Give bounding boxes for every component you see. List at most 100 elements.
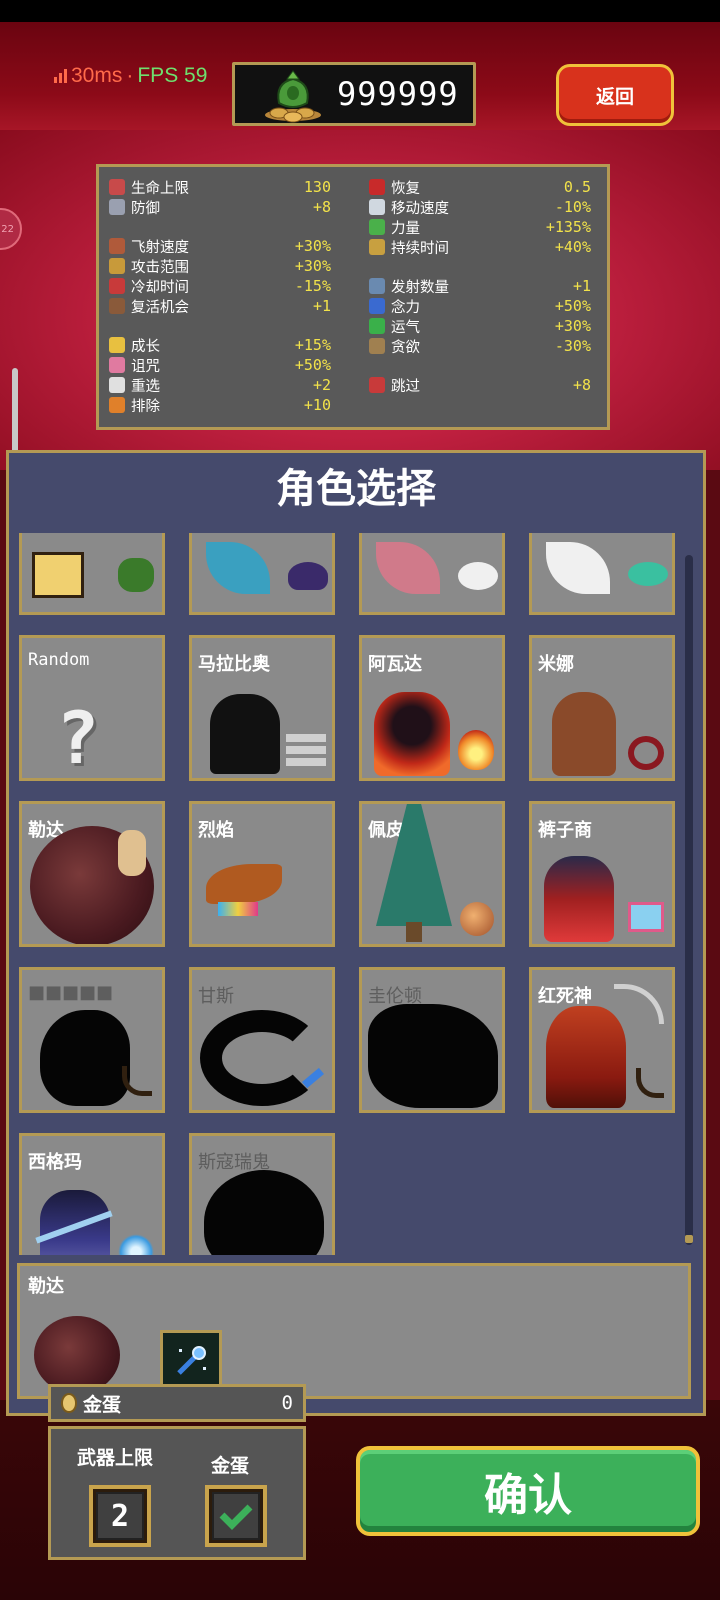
stat-label: 恢复 bbox=[391, 180, 420, 197]
selected-character-portrait bbox=[34, 1316, 120, 1394]
scroll-thumb[interactable] bbox=[685, 1235, 693, 1243]
character-card-random[interactable]: Random ? bbox=[19, 635, 165, 781]
stat-value: -30% bbox=[554, 337, 591, 355]
stat-row: 力量 +135% bbox=[369, 217, 591, 237]
weapon-limit-selector[interactable]: 2 bbox=[89, 1485, 151, 1547]
weapon-limit-label: 武器上限 bbox=[77, 1447, 154, 1469]
stat-label: 贪欲 bbox=[391, 339, 420, 356]
orb-icon bbox=[369, 298, 385, 314]
character-card-red-death[interactable]: 红死神 bbox=[529, 967, 675, 1113]
character-card-partial[interactable] bbox=[529, 533, 675, 615]
stat-row: 移动速度 -10% bbox=[369, 197, 591, 217]
figure-sprite bbox=[118, 830, 146, 876]
stat-label: 飞射速度 bbox=[131, 239, 189, 256]
hourglass-icon bbox=[369, 239, 385, 255]
locked-silhouette bbox=[40, 1010, 130, 1106]
stat-value: +1 bbox=[572, 277, 591, 295]
stats-column-left: 生命上限 130 防御 +8 飞射速度 +30% 攻击范围 +30% 冷却时间 -15% 复活机会 +… bbox=[109, 177, 331, 415]
stat-row: 排除 +10 bbox=[109, 395, 331, 415]
stat-value: +2 bbox=[312, 376, 331, 394]
scythe-weapon-icon bbox=[636, 1068, 664, 1098]
stat-value: 130 bbox=[303, 178, 331, 196]
stat-row: 攻击范围 +30% bbox=[109, 256, 331, 276]
panel-title: 角色选择 bbox=[276, 466, 436, 512]
stat-row: 冷却时间 -15% bbox=[109, 276, 331, 296]
phoenix-sprite bbox=[206, 864, 282, 904]
stat-value: 0.5 bbox=[563, 178, 591, 196]
stat-row: 持续时间 +40% bbox=[369, 237, 591, 257]
clover-icon bbox=[369, 318, 385, 334]
stat-label: 跳过 bbox=[391, 378, 420, 395]
character-card-avatar[interactable]: 阿瓦达 bbox=[359, 635, 505, 781]
confirm-button[interactable]: 确认 bbox=[356, 1446, 700, 1536]
whip-weapon-icon bbox=[628, 736, 664, 770]
character-select-panel: 角色选择 Random ? 马拉比奥 阿瓦达 米娜 勒达 烈焰 佩皮诺 裤子商 … bbox=[6, 450, 706, 1416]
money-bag-icon bbox=[253, 65, 333, 123]
stat-label: 移动速度 bbox=[391, 200, 449, 217]
character-card-peppino[interactable]: 佩皮诺 bbox=[359, 801, 505, 947]
stat-label: 生命上限 bbox=[131, 180, 189, 197]
golden-egg-checkbox[interactable] bbox=[205, 1485, 267, 1547]
skip-icon bbox=[369, 377, 385, 393]
character-card-locked[interactable]: ■■■■■ bbox=[19, 967, 165, 1113]
amount-icon bbox=[369, 278, 385, 294]
character-grid[interactable]: Random ? 马拉比奥 阿瓦达 米娜 勒达 烈焰 佩皮诺 裤子商 ■■■■■… bbox=[9, 533, 695, 1255]
stat-row: 复活机会 +1 bbox=[109, 296, 331, 316]
character-card-malabio[interactable]: 马拉比奥 bbox=[189, 635, 335, 781]
character-card-locked-gains[interactable]: 甘斯 bbox=[189, 967, 335, 1113]
grid-scrollbar[interactable] bbox=[685, 555, 693, 1245]
character-card-flame[interactable]: 烈焰 bbox=[189, 801, 335, 947]
character-card-locked-scorej[interactable]: 斯寇瑞鬼 bbox=[189, 1133, 335, 1255]
back-button[interactable]: 返回 bbox=[556, 64, 674, 126]
stat-label: 运气 bbox=[391, 319, 420, 336]
character-name: 马拉比奥 bbox=[198, 654, 270, 675]
scythe-icon bbox=[614, 984, 664, 1024]
cooldown-icon bbox=[109, 278, 125, 294]
stat-value: +40% bbox=[554, 238, 591, 256]
stat-value: +8 bbox=[312, 198, 331, 216]
stat-label: 诅咒 bbox=[131, 358, 160, 375]
stat-row: 生命上限 130 bbox=[109, 177, 331, 197]
ping-text: 30ms bbox=[71, 64, 123, 87]
selected-character-details: 勒达 bbox=[17, 1263, 691, 1399]
stat-row: 恢复 0.5 bbox=[369, 177, 591, 197]
stat-value: +8 bbox=[572, 376, 591, 394]
egg-count: 0 bbox=[281, 1392, 293, 1414]
heart-icon bbox=[109, 179, 125, 195]
character-name: 甘斯 bbox=[198, 986, 234, 1007]
character-card-pants-merchant[interactable]: 裤子商 bbox=[529, 801, 675, 947]
separator: · bbox=[126, 64, 134, 87]
character-card-partial[interactable] bbox=[359, 533, 505, 615]
tree-trunk bbox=[406, 922, 422, 942]
character-card-partial[interactable] bbox=[189, 533, 335, 615]
stat-label: 发射数量 bbox=[391, 279, 449, 296]
character-card-locked-guelton[interactable]: 圭伦顿 bbox=[359, 967, 505, 1113]
options-box: 武器上限 金蛋 2 bbox=[48, 1426, 306, 1560]
stat-value: -15% bbox=[294, 277, 331, 295]
greed-icon bbox=[369, 338, 385, 354]
stat-value: +1 bbox=[312, 297, 331, 315]
stat-label: 冷却时间 bbox=[131, 279, 189, 296]
skull-icon bbox=[109, 357, 125, 373]
character-card-leda[interactable]: 勒达 bbox=[19, 801, 165, 947]
character-card-partial[interactable] bbox=[19, 533, 165, 615]
stat-row: 念力 +50% bbox=[369, 296, 591, 316]
character-card-sigma[interactable]: 西格玛 bbox=[19, 1133, 165, 1255]
stat-label: 排除 bbox=[131, 398, 160, 415]
stat-row: 发射数量 +1 bbox=[369, 276, 591, 296]
character-card-mina[interactable]: 米娜 bbox=[529, 635, 675, 781]
ice-weapon-icon bbox=[118, 1234, 154, 1255]
tree-sprite bbox=[376, 804, 452, 926]
dice-icon bbox=[109, 377, 125, 393]
stat-label: 防御 bbox=[131, 200, 160, 217]
status-bar bbox=[0, 0, 720, 22]
revival-icon bbox=[109, 298, 125, 314]
stats-panel: 生命上限 130 防御 +8 飞射速度 +30% 攻击范围 +30% 冷却时间 -15% 复活机会 +… bbox=[96, 164, 610, 430]
recovery-heart-icon bbox=[369, 179, 385, 195]
stat-value: +10 bbox=[303, 396, 331, 414]
character-sprite bbox=[210, 694, 280, 774]
character-sprite bbox=[544, 856, 614, 942]
stats-column-right: 恢复 0.5 移动速度 -10% 力量 +135% 持续时间 +40% 发射数量 +1 念力 +50%… bbox=[369, 177, 591, 395]
stat-label: 成长 bbox=[131, 338, 160, 355]
feather-icon bbox=[369, 219, 385, 235]
